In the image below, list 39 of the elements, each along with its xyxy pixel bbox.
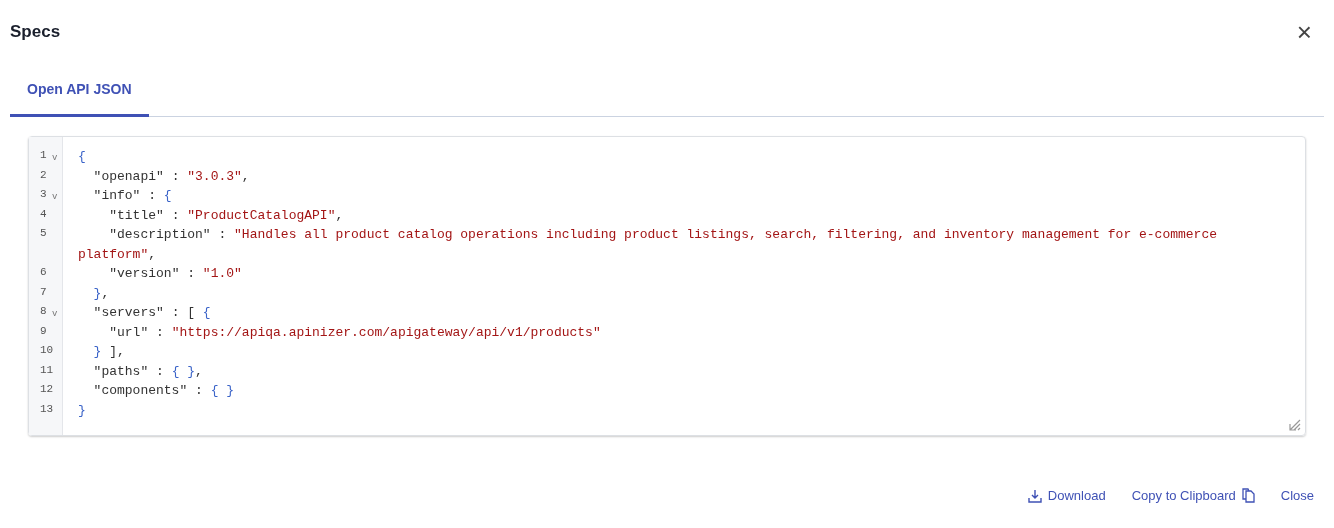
code-line: } [78, 401, 87, 420]
code-editor[interactable] [28, 136, 1306, 436]
download-icon [1027, 488, 1042, 503]
line-number: 3 [40, 187, 47, 202]
dialog-title: Specs [10, 22, 61, 42]
code-line: "servers" : [ { [92, 304, 212, 322]
resize-handle-icon[interactable] [1289, 419, 1301, 431]
line-number: 2 [40, 167, 47, 183]
line-number: 8 [40, 304, 47, 319]
fold-toggle[interactable]: v [52, 191, 58, 203]
close-button[interactable]: Close [1270, 488, 1324, 503]
line-number: 1 [40, 148, 47, 163]
line-number: 9 [40, 323, 47, 339]
close-button[interactable]: × [1296, 19, 1324, 45]
code-line: } ], [92, 343, 126, 361]
code-line: "description" : "Handles all product catalog operations including product listings, search, filtering, and inventory management for e-commerce platform", [78, 226, 1218, 264]
fold-toggle[interactable]: v [52, 152, 58, 164]
code-line: "title" : "ProductCatalogAPI", [108, 206, 345, 225]
line-number: 10 [40, 343, 54, 358]
copy-button[interactable]: Copy to Clipboard [1121, 488, 1265, 503]
line-number: 6 [40, 265, 47, 280]
tab[interactable]: Open API JSON [10, 64, 149, 117]
code-line: "components" : { } [92, 382, 236, 400]
code-line: "version" : "1.0" [108, 265, 243, 283]
code-line: "url" : "https://apiqa.apinizer.com/apigateway/api/v1/products" [108, 323, 602, 342]
line-number: 4 [40, 206, 47, 222]
download-button[interactable]: Download [1017, 488, 1116, 503]
code-line: "openapi" : "3.0.3", [92, 167, 251, 186]
line-number: 7 [40, 284, 47, 300]
fold-toggle[interactable]: v [52, 308, 58, 320]
code-line: "info" : { [92, 187, 173, 205]
line-number: 11 [40, 362, 54, 378]
code-line: "paths" : { }, [92, 362, 204, 381]
code-line: { [78, 148, 87, 166]
line-number: 12 [40, 382, 54, 397]
line-number: 13 [40, 401, 54, 417]
code-line: }, [92, 284, 111, 303]
line-number: 5 [40, 226, 47, 241]
copy-icon [1241, 488, 1255, 503]
